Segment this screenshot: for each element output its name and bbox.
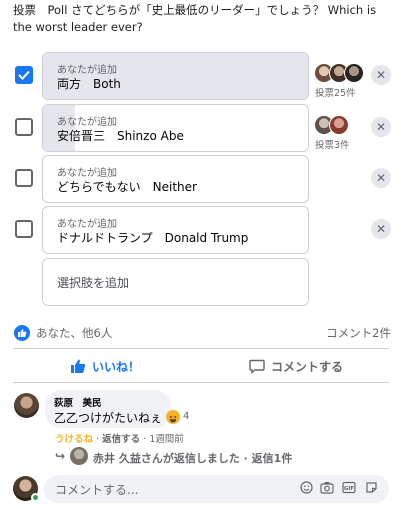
like-button-label: いいね！: [92, 360, 141, 374]
reply-summary: 赤井 久益さんが返信しました · 返信1件: [93, 452, 293, 465]
haha-reaction-icon[interactable]: [166, 410, 180, 424]
added-by-label: あなたが追加: [57, 219, 117, 230]
poll-option-neither[interactable]: あなたが追加 どちらでもない Neither ✕: [0, 155, 407, 203]
added-by-label: あなたが追加: [57, 117, 117, 128]
check-icon: [18, 70, 30, 80]
reaction-count-text[interactable]: あなた、他6人: [36, 325, 112, 341]
comment-input[interactable]: コメントする... GIF: [44, 475, 389, 503]
option-label: 両方 Both: [57, 77, 121, 91]
laughing-face-icon: [169, 415, 177, 423]
camera-icon[interactable]: [319, 481, 335, 497]
checkbox[interactable]: [15, 220, 33, 238]
sticker-icon[interactable]: [363, 481, 379, 497]
remove-option-button[interactable]: ✕: [371, 65, 391, 85]
divider: [13, 348, 389, 349]
poll-option-both[interactable]: あなたが追加 両方 Both 投票25件 ✕: [0, 52, 407, 100]
vote-count[interactable]: 投票3件: [315, 137, 350, 151]
reply-link[interactable]: 返信する: [102, 434, 140, 445]
add-option-input[interactable]: 選択肢を追加: [42, 258, 309, 306]
comment-timestamp[interactable]: 1週間前: [149, 434, 184, 445]
comment-button-label: コメントする: [271, 360, 344, 374]
comment-author[interactable]: 荻原 美民: [54, 395, 102, 409]
divider: [13, 382, 389, 383]
option-bar[interactable]: あなたが追加 ドナルドトランプ Donald Trump: [42, 206, 309, 254]
thumbs-up-icon: [71, 359, 86, 373]
option-label: 安倍晋三 Shinzo Abe: [57, 129, 184, 143]
comment-count[interactable]: コメント2件: [326, 325, 391, 341]
remove-option-button[interactable]: ✕: [371, 168, 391, 188]
online-status-icon: [31, 493, 40, 502]
option-label: ドナルドトランプ Donald Trump: [57, 231, 249, 245]
reaction-count[interactable]: 4: [183, 411, 189, 422]
vote-count[interactable]: 投票25件: [315, 85, 356, 99]
option-bar[interactable]: あなたが追加 安倍晋三 Shinzo Abe: [42, 104, 309, 152]
haha-reaction-link[interactable]: うけるね: [55, 434, 93, 445]
remove-option-button[interactable]: ✕: [371, 219, 391, 239]
avatar: [70, 447, 88, 465]
comment-meta: うけるね · 返信する · 1週間前: [55, 431, 184, 445]
comment-bubble: 荻原 美民 乙乙つけがたいねぇ: [45, 390, 171, 428]
added-by-label: あなたが追加: [57, 168, 117, 179]
thumbs-up-icon: [18, 329, 27, 337]
checkbox-checked[interactable]: [15, 66, 33, 84]
emoji-icon[interactable]: [298, 481, 314, 497]
checkbox[interactable]: [15, 169, 33, 187]
reactions-summary: あなた、他6人 コメント2件: [13, 322, 393, 342]
like-reaction-icon[interactable]: [14, 325, 30, 341]
add-option-placeholder: 選択肢を追加: [57, 276, 130, 290]
option-bar[interactable]: あなたが追加 どちらでもない Neither: [42, 155, 309, 203]
poll-question: 投票 Poll さてどちらが「史上最低のリーダー」でしょう？ Which is …: [13, 3, 377, 34]
avatar: [329, 115, 349, 135]
gif-icon[interactable]: GIF: [341, 481, 357, 497]
comment-text: 乙乙つけがたいねぇ: [54, 411, 163, 425]
poll-option-abe[interactable]: あなたが追加 安倍晋三 Shinzo Abe 投票3件 ✕: [0, 104, 407, 152]
remove-option-button[interactable]: ✕: [371, 117, 391, 137]
checkbox[interactable]: [15, 118, 33, 136]
option-bar[interactable]: あなたが追加 両方 Both: [42, 52, 309, 100]
reply-arrow-icon: ↪: [55, 449, 66, 463]
svg-text:GIF: GIF: [344, 486, 355, 492]
comment-input-placeholder: コメントする...: [55, 483, 139, 497]
option-label: どちらでもない Neither: [57, 180, 197, 194]
avatar: [344, 63, 364, 83]
comment-bubble-icon: [249, 359, 265, 374]
avatar[interactable]: [14, 393, 39, 418]
poll-option-trump[interactable]: あなたが追加 ドナルドトランプ Donald Trump ✕: [0, 206, 407, 254]
added-by-label: あなたが追加: [57, 65, 117, 76]
